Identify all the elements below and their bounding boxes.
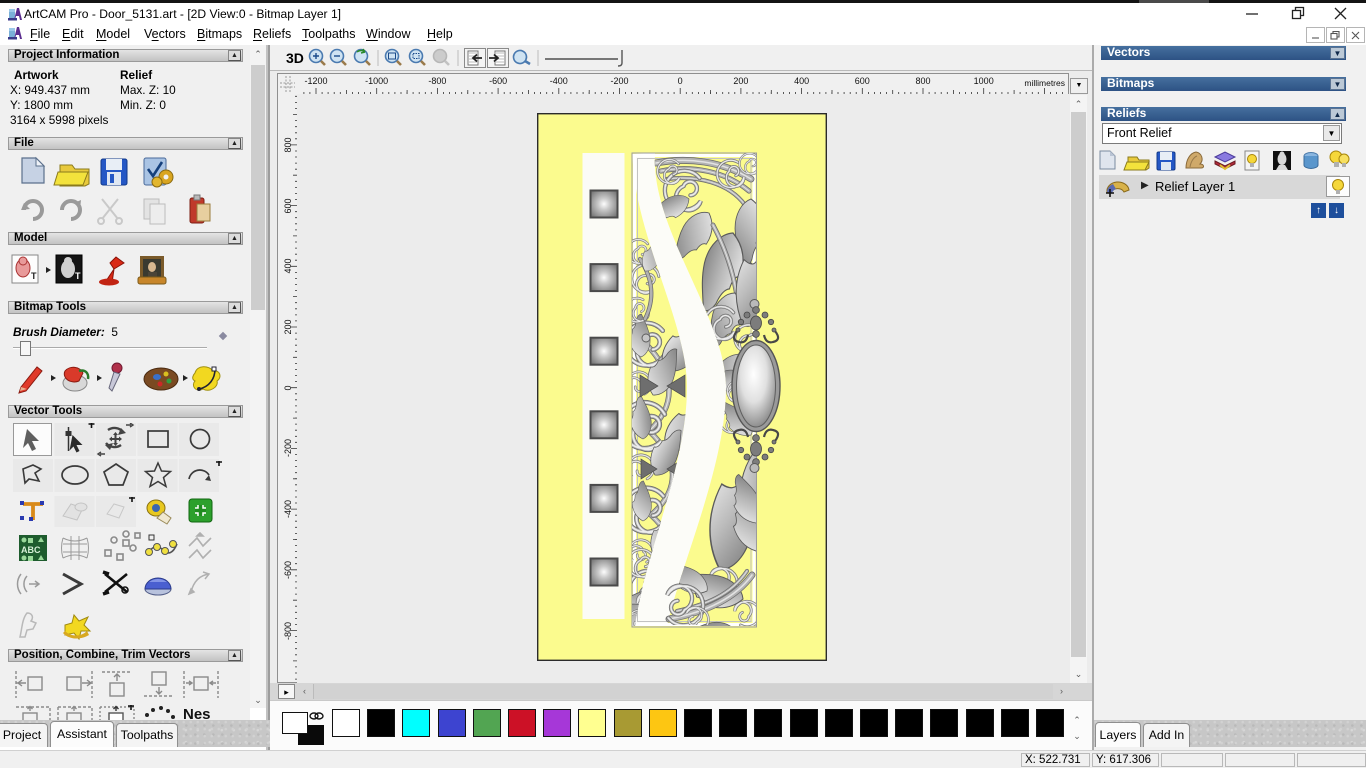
svg-text:T: T <box>31 271 37 281</box>
svg-text:Nes: Nes <box>183 706 211 720</box>
svg-text:T: T <box>75 271 81 281</box>
svg-text:ABC: ABC <box>21 545 41 555</box>
